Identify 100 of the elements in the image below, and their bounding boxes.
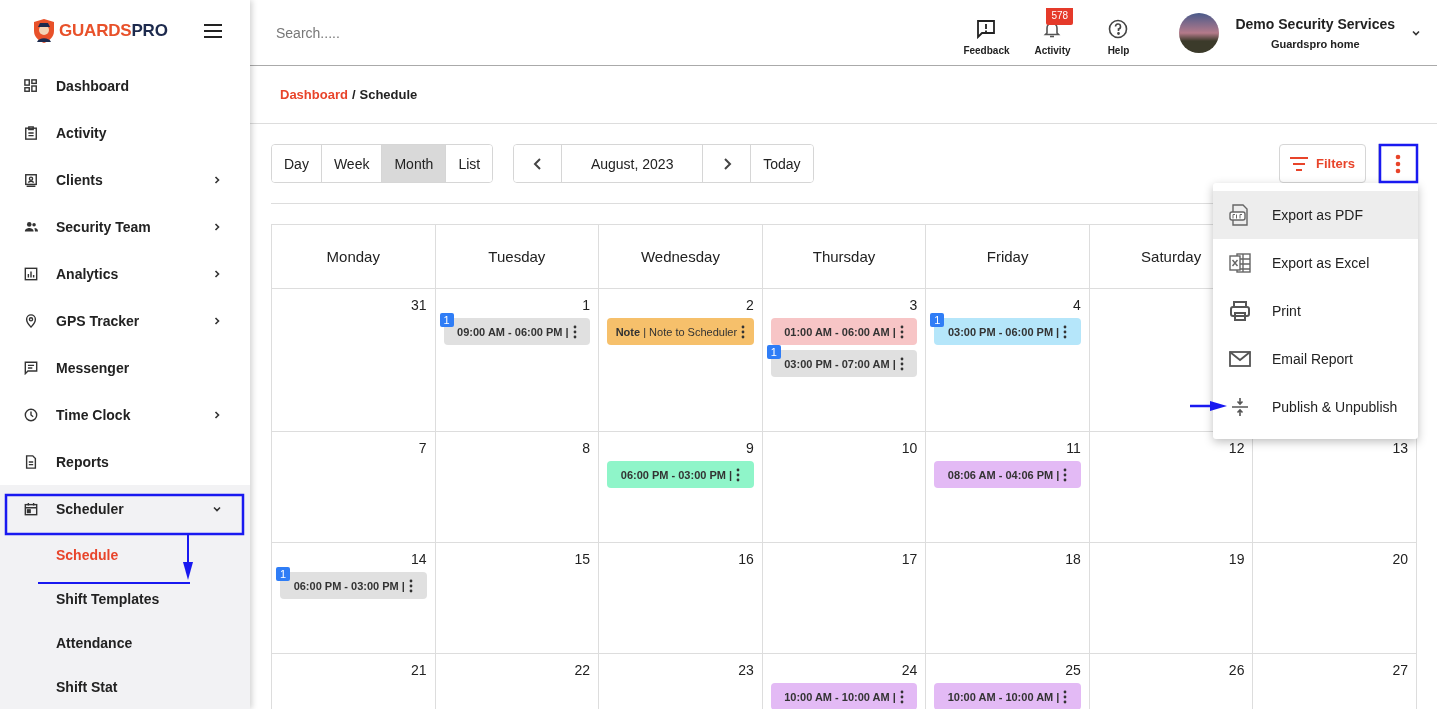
vertical-dots-icon[interactable] (1063, 467, 1068, 482)
date-number: 2 (745, 297, 754, 313)
date-number: 1 (582, 297, 591, 313)
date-number: 31 (411, 297, 427, 313)
clock-icon (24, 407, 38, 422)
brand-name: GUARDSPRO (59, 21, 168, 42)
toolbar-action[interactable]: Help (1085, 9, 1152, 56)
weekday-header: Friday (926, 225, 1090, 289)
filters-button[interactable]: Filters (1279, 144, 1366, 183)
sidebar-item[interactable]: Scheduler (0, 485, 250, 533)
date-number: 25 (1065, 662, 1081, 678)
document-icon (24, 454, 38, 469)
sidebar-item[interactable]: Analytics (0, 250, 250, 298)
weekday-header: Thursday (762, 225, 927, 289)
sidebar-subitem[interactable]: Schedule (0, 533, 250, 577)
vertical-dots-icon[interactable] (1063, 689, 1068, 704)
date-number: 4 (1073, 297, 1081, 313)
shift-event[interactable]: 10:00 AM - 10:00 AM | (934, 683, 1081, 709)
count-badge: 1 (930, 313, 945, 327)
date-number: 22 (574, 662, 591, 678)
menu-icon[interactable] (204, 24, 222, 39)
date-number: 21 (411, 662, 427, 678)
sidebar-item[interactable]: Messenger (0, 344, 250, 392)
breadcrumb-current: Schedule (359, 87, 418, 102)
spreadsheet-icon (1228, 251, 1252, 275)
sidebar-item[interactable]: Security Team (0, 203, 250, 251)
date-number: 13 (1392, 440, 1408, 456)
menu-item[interactable]: Print (1213, 287, 1418, 335)
filter-icon (1290, 156, 1308, 171)
bar-chart-icon (24, 266, 38, 281)
vertical-dots-icon[interactable] (899, 356, 904, 371)
date-number: 3 (909, 297, 918, 313)
sidebar-subitem[interactable]: Shift Stat (0, 665, 250, 709)
weekday-header: Tuesday (435, 225, 600, 289)
count-badge: 1 (766, 345, 781, 359)
date-number: 19 (1228, 551, 1245, 567)
weekday-header: Wednesday (599, 225, 763, 289)
view-tab[interactable]: Day (272, 145, 322, 182)
weekday-header: Monday (272, 225, 436, 289)
date-number: 10 (901, 440, 918, 456)
breadcrumb-link[interactable]: Dashboard (280, 87, 348, 102)
vertical-dots-icon[interactable] (899, 324, 904, 339)
date-number: 23 (738, 662, 754, 678)
breadcrumb-separator: / (351, 87, 356, 102)
vertical-dots-icon[interactable] (408, 578, 413, 593)
calendar-icon (24, 502, 38, 516)
vertical-dots-icon[interactable] (741, 324, 746, 339)
chevron-right-icon (721, 156, 732, 171)
notification-badge: 578 (1046, 8, 1074, 25)
shift-event[interactable]: 08:06 AM - 04:06 PM | (934, 461, 1081, 488)
date-number: 8 (582, 440, 591, 456)
date-number: 11 (1066, 440, 1081, 456)
sidebar-item[interactable]: Activity (0, 109, 250, 157)
sidebar-item[interactable]: Reports (0, 438, 250, 485)
toolbar-action[interactable]: Feedback (953, 9, 1020, 56)
toolbar-action[interactable]: Activity 578 (1019, 9, 1086, 56)
menu-item[interactable]: Publish & Unpublish (1213, 383, 1418, 431)
contact-card-icon (24, 172, 38, 187)
date-number: 9 (745, 440, 754, 456)
date-number: 24 (901, 662, 918, 678)
sidebar-item[interactable]: GPS Tracker (0, 297, 250, 345)
vertical-dots-icon[interactable] (572, 324, 577, 339)
view-tab[interactable]: Month (382, 145, 447, 182)
date-number: 16 (738, 551, 754, 567)
location-pin-icon (24, 313, 38, 328)
feedback-icon (976, 19, 997, 39)
account-name: Demo Security Services (1235, 15, 1395, 32)
date-number: 7 (418, 440, 427, 456)
shield-logo-icon (33, 18, 55, 45)
menu-item[interactable]: Email Report (1213, 335, 1418, 383)
sidebar-subitem[interactable]: Attendance (0, 621, 250, 665)
shift-event[interactable]: 01:00 AM - 06:00 AM | (770, 318, 918, 345)
avatar-photo-placeholder (1179, 12, 1220, 53)
vertical-dots-icon (1394, 153, 1401, 174)
chevron-left-icon (532, 156, 543, 171)
vertical-dots-icon[interactable] (736, 467, 741, 482)
clipboard-icon (24, 126, 38, 140)
vertical-dots-icon[interactable] (1063, 324, 1068, 339)
date-number: 15 (574, 551, 591, 567)
menu-item[interactable]: Export as PDF (1213, 191, 1418, 239)
date-number: 14 (411, 551, 427, 567)
date-number: 12 (1228, 440, 1245, 456)
note-event[interactable]: Note | Note to Scheduler (607, 318, 754, 345)
sidebar-subitem[interactable]: Shift Templates (0, 577, 250, 621)
vertical-dots-icon[interactable] (899, 689, 904, 704)
printer-icon (1228, 299, 1252, 323)
count-badge: 1 (439, 313, 454, 327)
count-badge: 1 (276, 567, 291, 581)
account-subtitle: Guardspro home (1270, 37, 1360, 50)
shift-event[interactable]: 06:00 PM - 03:00 PM | (607, 461, 754, 488)
sidebar-item[interactable]: Dashboard (0, 62, 250, 110)
people-icon (24, 219, 38, 234)
sidebar-item[interactable]: Time Clock (0, 391, 250, 439)
shift-event[interactable]: 10:00 AM - 10:00 AM | (770, 683, 918, 709)
sidebar-item[interactable]: Clients (0, 156, 250, 204)
date-number: 20 (1392, 551, 1408, 567)
date-number: 18 (1065, 551, 1081, 567)
help-icon (1108, 19, 1129, 39)
date-number: 26 (1228, 662, 1245, 678)
date-number: 17 (901, 551, 918, 567)
